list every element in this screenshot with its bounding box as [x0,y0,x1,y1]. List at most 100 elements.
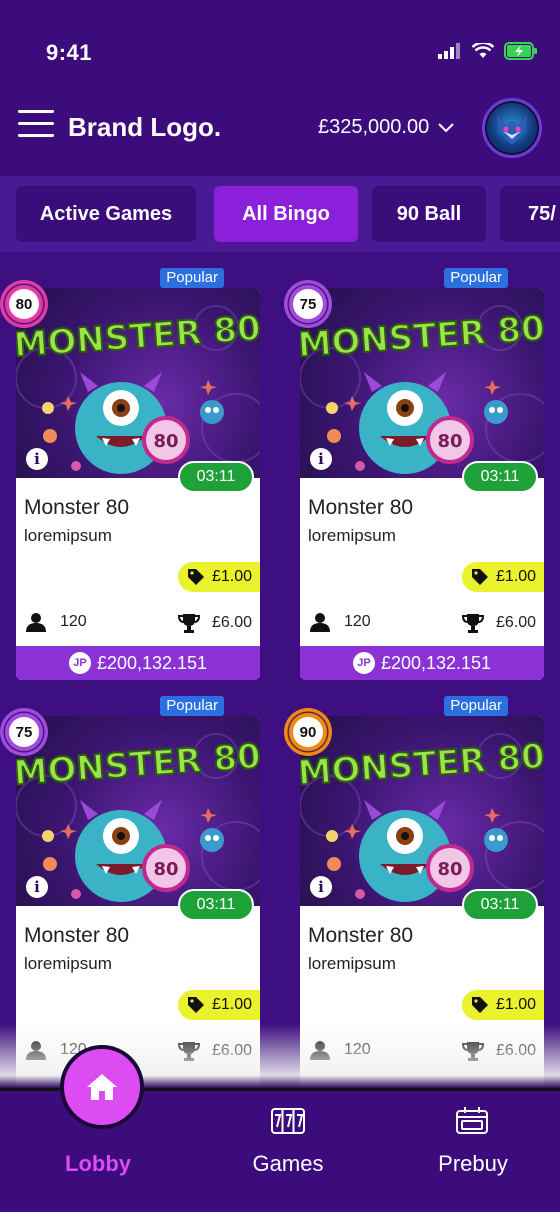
bingo-ball-badge: 75 [0,708,48,756]
game-art: MONSTER 80 80 i [16,288,260,478]
tab-active-games[interactable]: Active Games [16,186,196,242]
tab-all-bingo[interactable]: All Bingo [214,186,358,242]
tab-75-ball[interactable]: 75/ [500,186,560,242]
monster-illustration: MONSTER 80 80 [300,733,544,902]
prize-amount: £6.00 [177,612,252,634]
monster-illustration: MONSTER 80 80 [16,733,260,902]
ticket-price: £1.00 [178,990,260,1020]
monster-illustration: MONSTER 80 80 [300,305,544,474]
nav-games[interactable]: Games [195,1091,381,1212]
avatar[interactable] [482,98,542,158]
system-icons [438,42,538,60]
nav-games-label: Games [252,1151,324,1176]
game-subtitle: loremipsum [308,526,396,545]
ball-number: 75 [9,717,39,747]
prize-amount: £6.00 [461,612,536,634]
info-icon[interactable]: i [26,876,48,898]
nav-prebuy[interactable]: Prebuy [380,1091,560,1212]
hamburger-menu-icon[interactable] [18,110,54,142]
tab-90-ball[interactable]: 90 Ball [372,186,486,242]
ball-number: 80 [9,289,39,319]
info-icon[interactable]: i [310,876,332,898]
user-icon [310,1041,330,1060]
jackpot-badge: JP [68,652,91,674]
ticket-price: £1.00 [178,562,260,592]
countdown-timer: 03:11 [178,889,254,921]
svg-text:80: 80 [437,859,462,880]
signal-icon [438,43,460,59]
chevron-down-icon [438,122,454,132]
svg-text:80: 80 [153,431,178,452]
game-card[interactable]: Popular MONSTER 80 80 i 03:11 Monster 80… [284,252,544,680]
jackpot-value: £200,132.151 [96,652,208,673]
jackpot-bar: JP £200,132.151 [16,646,260,680]
category-tabs: Active Games All Bingo 90 Ball 75/ [0,176,560,252]
bingo-ball-badge: 75 [284,280,332,328]
game-card-body[interactable]: MONSTER 80 80 i 03:11 Monster 80 loremip… [300,288,544,680]
user-icon [26,613,46,632]
game-card[interactable]: Popular MONSTER 80 80 i 03:11 Monster 80… [0,252,260,680]
wifi-icon [472,43,494,58]
jackpot-badge: JP [352,652,375,674]
app-header: Brand Logo. £325,000.00 [0,96,560,176]
price-value: £1.00 [496,996,537,1013]
ball-number: 75 [293,289,323,319]
player-count: 120 [310,612,371,632]
home-icon [87,1074,117,1100]
game-card-body[interactable]: MONSTER 80 80 i 03:11 Monster 80 loremip… [300,716,544,1092]
trophy-icon [177,1042,200,1061]
info-icon[interactable]: i [26,448,48,470]
prize-amount: £6.00 [461,1040,536,1062]
game-art: MONSTER 80 80 i [300,716,544,906]
game-card-body[interactable]: MONSTER 80 80 i 03:11 Monster 80 loremip… [16,716,260,1092]
monster-illustration: MONSTER 80 80 [16,305,260,474]
price-tag-icon [188,997,204,1013]
popular-badge: Popular [444,696,508,716]
nav-lobby-label: Lobby [65,1151,131,1176]
game-card[interactable]: Popular MONSTER 80 80 i 03:11 Monster 80… [0,680,260,1092]
brand-logo: Brand Logo. [68,112,222,142]
lobby-button[interactable] [60,1045,144,1129]
svg-text:MONSTER 80: MONSTER 80 [300,736,544,793]
clock: 9:41 [46,40,93,65]
game-subtitle: loremipsum [24,526,112,545]
game-title: Monster 80 [24,924,130,947]
svg-text:80: 80 [437,431,462,452]
user-icon [26,1041,46,1060]
player-count: 120 [310,1040,371,1060]
player-count-value: 120 [60,613,87,630]
ticket-price: £1.00 [462,990,544,1020]
player-count-value: 120 [344,613,371,630]
jackpot-value: £200,132.151 [380,652,492,673]
prize-value: £6.00 [211,1042,252,1059]
ticket-price: £1.00 [462,562,544,592]
svg-text:MONSTER 80: MONSTER 80 [16,736,260,793]
popular-badge: Popular [160,268,224,288]
ball-number: 90 [293,717,323,747]
nav-lobby[interactable]: Lobby [5,1045,191,1212]
game-title: Monster 80 [24,496,130,519]
popular-badge: Popular [160,696,224,716]
price-value: £1.00 [212,568,253,585]
ticket-icon [456,1107,488,1134]
bingo-ball-badge: 90 [284,708,332,756]
svg-text:MONSTER 80: MONSTER 80 [300,308,544,365]
bottom-nav: Lobby Games Prebuy [0,1045,560,1212]
trophy-icon [177,614,200,633]
user-icon [310,613,330,632]
status-bar: 9:41 [0,0,560,96]
wolf-avatar-icon [497,115,527,145]
price-value: £1.00 [496,568,537,585]
game-card[interactable]: Popular MONSTER 80 80 i 03:11 Monster 80… [284,680,544,1092]
svg-text:80: 80 [153,859,178,880]
game-art: MONSTER 80 80 i [300,288,544,478]
balance-dropdown[interactable]: £325,000.00 [318,116,455,139]
game-subtitle: loremipsum [308,954,396,973]
countdown-timer: 03:11 [462,889,538,921]
game-card-body[interactable]: MONSTER 80 80 i 03:11 Monster 80 loremip… [16,288,260,680]
info-icon[interactable]: i [310,448,332,470]
prize-value: £6.00 [495,1042,536,1059]
countdown-timer: 03:11 [462,461,538,493]
prize-value: £6.00 [211,614,252,631]
balance-amount: £325,000.00 [318,116,430,138]
